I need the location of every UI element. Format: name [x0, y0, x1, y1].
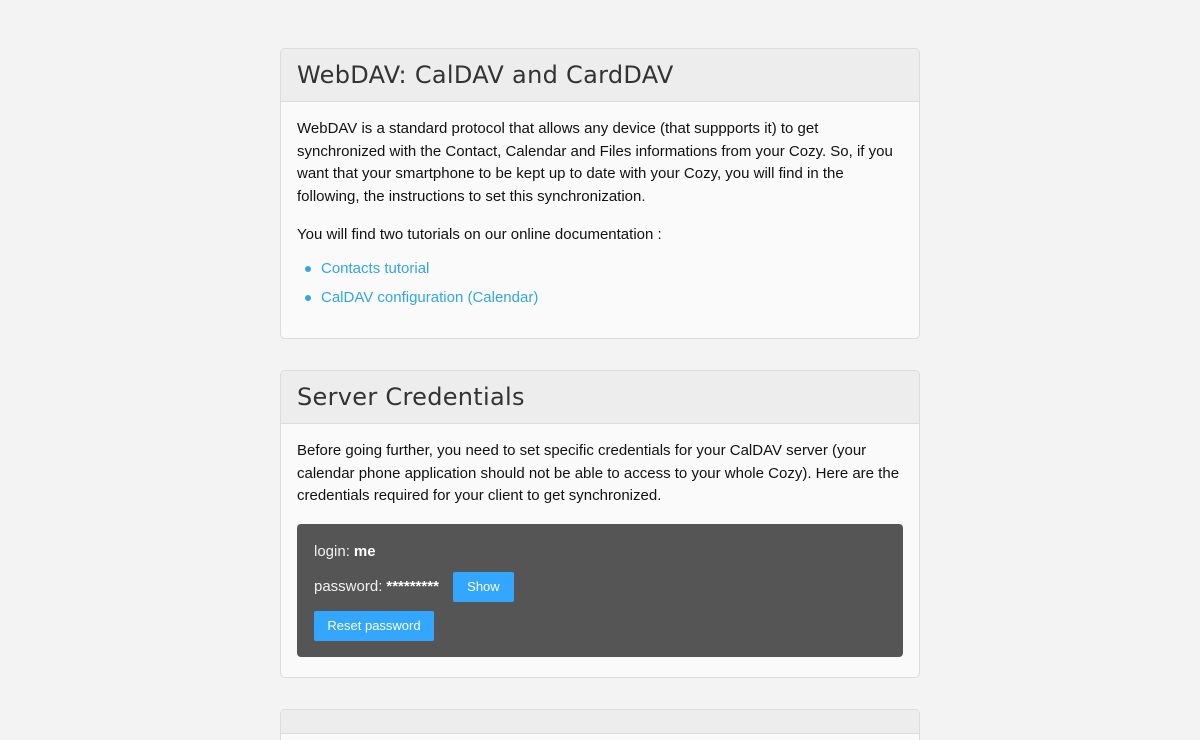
webdav-panel-header: WebDAV: CalDAV and CardDAV: [281, 49, 919, 102]
reset-row: Reset password: [314, 610, 886, 641]
webdav-panel: WebDAV: CalDAV and CardDAV WebDAV is a s…: [280, 48, 920, 339]
webdav-intro-text: WebDAV is a standard protocol that allow…: [297, 120, 893, 205]
credentials-intro-text: Before going further, you need to set sp…: [297, 442, 900, 504]
next-panel-header: [281, 710, 919, 734]
caldav-configuration-link[interactable]: CalDAV configuration (Calendar): [321, 287, 538, 310]
list-item: CalDAV configuration (Calendar): [305, 284, 903, 313]
bullet-icon: [305, 295, 311, 301]
credentials-title: Server Credentials: [297, 383, 525, 411]
tutorials-intro-text: You will find two tutorials on our onlin…: [297, 226, 662, 243]
server-credentials-panel: Server Credentials Before going further,…: [280, 370, 920, 678]
login-value: me: [353, 543, 376, 561]
credentials-panel-header: Server Credentials: [281, 371, 919, 424]
password-row: password: ********* Show: [314, 572, 886, 603]
login-label: login:: [314, 543, 350, 561]
password-value: *********: [386, 577, 439, 595]
contacts-tutorial-link[interactable]: Contacts tutorial: [321, 258, 429, 281]
list-item: Contacts tutorial: [305, 255, 903, 284]
credentials-panel-body: Before going further, you need to set sp…: [281, 424, 919, 673]
password-label: password:: [314, 577, 383, 595]
bullet-icon: [305, 266, 311, 272]
credentials-box: login: me password: ********* Show Reset…: [297, 523, 903, 657]
next-panel: [280, 709, 920, 740]
webdav-title: WebDAV: CalDAV and CardDAV: [297, 61, 674, 89]
webdav-panel-body: WebDAV is a standard protocol that allow…: [281, 102, 919, 329]
page: WebDAV: CalDAV and CardDAV WebDAV is a s…: [0, 0, 1200, 740]
login-row: login: me: [314, 540, 886, 566]
tutorial-links-list: Contacts tutorial CalDAV configuration (…: [297, 255, 903, 313]
reset-password-button[interactable]: Reset password: [314, 610, 434, 641]
show-password-button[interactable]: Show: [452, 572, 514, 602]
